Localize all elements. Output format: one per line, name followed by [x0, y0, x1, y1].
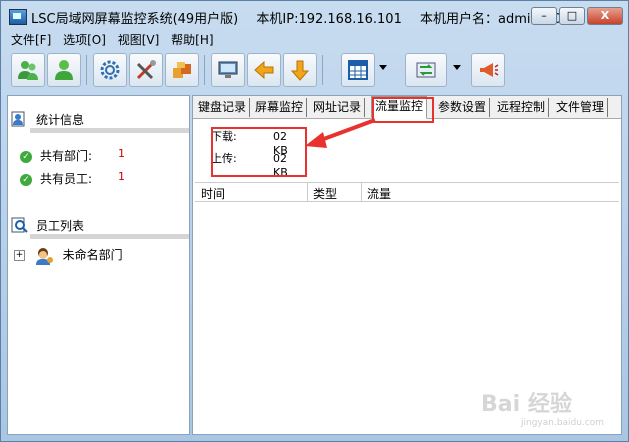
arrow-left-icon	[254, 60, 274, 80]
tab-screen-monitor[interactable]: 屏幕监控	[252, 98, 308, 117]
settings-button[interactable]	[93, 53, 127, 87]
section-divider	[30, 234, 189, 239]
megaphone-icon	[480, 63, 499, 77]
stat-departments: ✓ 共有部门: 1	[20, 147, 125, 164]
column-traffic[interactable]: 流量	[367, 185, 391, 202]
check-icon: ✓	[20, 150, 32, 163]
column-type[interactable]: 类型	[313, 185, 337, 202]
tools-button[interactable]	[129, 53, 163, 87]
employee-section: 员工列表	[8, 214, 189, 239]
maximize-button[interactable]: □	[559, 7, 585, 25]
user-icon	[55, 60, 73, 80]
annotation-arrow-icon	[305, 118, 376, 148]
section-divider	[30, 128, 189, 133]
active-tab-highlight	[372, 97, 434, 123]
department-label: 未命名部门	[62, 248, 123, 262]
users-button[interactable]	[11, 53, 45, 87]
monitor-button[interactable]	[211, 53, 245, 87]
arrow-down-icon	[290, 60, 310, 81]
stats-title: 统计信息	[36, 113, 85, 127]
network-button[interactable]	[405, 53, 447, 87]
menu-bar: 文件[F] 选项[O] 视图[V] 帮助[H]	[7, 31, 622, 49]
main-window: LSC局域网屏幕监控系统(49用户版) 本机IP:192.168.16.101 …	[0, 0, 629, 442]
stats-section: 统计信息	[8, 108, 189, 133]
tab-file-management[interactable]: 文件管理	[553, 98, 609, 117]
left-panel: 统计信息 ✓ 共有部门: 1 ✓ 共有员工: 1 员工列表 + 未命名部门	[7, 95, 190, 435]
tree-item[interactable]: + 未命名部门	[14, 246, 123, 265]
statistics-icon	[11, 111, 25, 127]
tools-icon	[136, 60, 156, 80]
title-bar[interactable]: LSC局域网屏幕监控系统(49用户版) 本机IP:192.168.16.101 …	[1, 1, 628, 31]
monitor-icon	[218, 61, 238, 78]
stat-label: 共有部门:	[40, 149, 93, 163]
local-ip: 本机IP:192.168.16.101	[256, 12, 402, 27]
tab-settings[interactable]: 参数设置	[435, 98, 491, 117]
watermark: Bai 经验 jingyan.baidu.com	[481, 386, 604, 428]
stat-value: 1	[118, 147, 125, 160]
menu-view[interactable]: 视图[V]	[118, 31, 160, 49]
department-users-icon	[35, 247, 53, 265]
settings-gear-icon	[100, 60, 120, 80]
network-dropdown-icon[interactable]	[453, 65, 461, 70]
toolbar	[7, 51, 622, 93]
network-transfer-icon	[416, 62, 436, 78]
stat-employees: ✓ 共有员工: 1	[20, 170, 125, 187]
column-time[interactable]: 时间	[201, 185, 225, 202]
app-name: LSC局域网屏幕监控系统(49用户版)	[31, 12, 239, 27]
menu-help[interactable]: 帮助[H]	[171, 31, 213, 49]
toolbar-separator	[204, 55, 205, 85]
expand-icon[interactable]: +	[14, 250, 25, 261]
tab-remote-control[interactable]: 远程控制	[494, 98, 550, 117]
menu-options[interactable]: 选项[O]	[63, 31, 106, 49]
tab-url-log[interactable]: 网址记录	[310, 98, 366, 117]
boxes-icon	[173, 62, 191, 78]
check-icon: ✓	[20, 173, 32, 186]
column-separator[interactable]	[361, 183, 362, 201]
download-button[interactable]	[283, 53, 317, 87]
employee-list-title: 员工列表	[36, 219, 85, 233]
toolbar-separator	[322, 55, 323, 85]
menu-file[interactable]: 文件[F]	[11, 31, 51, 49]
traffic-highlight	[211, 127, 307, 177]
window-title: LSC局域网屏幕监控系统(49用户版) 本机IP:192.168.16.101 …	[31, 8, 574, 27]
boxes-button[interactable]	[165, 53, 199, 87]
stat-value: 1	[118, 170, 125, 183]
broadcast-button[interactable]	[471, 53, 505, 87]
watermark-url: jingyan.baidu.com	[521, 418, 605, 428]
calendar-dropdown-icon[interactable]	[379, 65, 387, 70]
calendar-grid-icon	[348, 60, 368, 80]
table-header: 时间 类型 流量	[195, 182, 619, 202]
column-separator[interactable]	[307, 183, 308, 201]
minimize-button[interactable]: –	[531, 7, 557, 25]
watermark-text: Bai 经验	[481, 392, 572, 417]
tab-keyboard-log[interactable]: 键盘记录	[195, 98, 251, 117]
toolbar-separator	[86, 55, 87, 85]
stat-label: 共有员工:	[40, 172, 93, 186]
app-icon	[9, 9, 27, 25]
back-button[interactable]	[247, 53, 281, 87]
calendar-button[interactable]	[341, 53, 375, 87]
search-user-icon	[11, 217, 28, 233]
close-button[interactable]: X	[587, 7, 623, 25]
user-button[interactable]	[47, 53, 81, 87]
right-panel: 键盘记录 屏幕监控 网址记录 流量监控 参数设置 远程控制 文件管理 下载: 0…	[192, 95, 622, 435]
users-icon	[18, 61, 38, 80]
